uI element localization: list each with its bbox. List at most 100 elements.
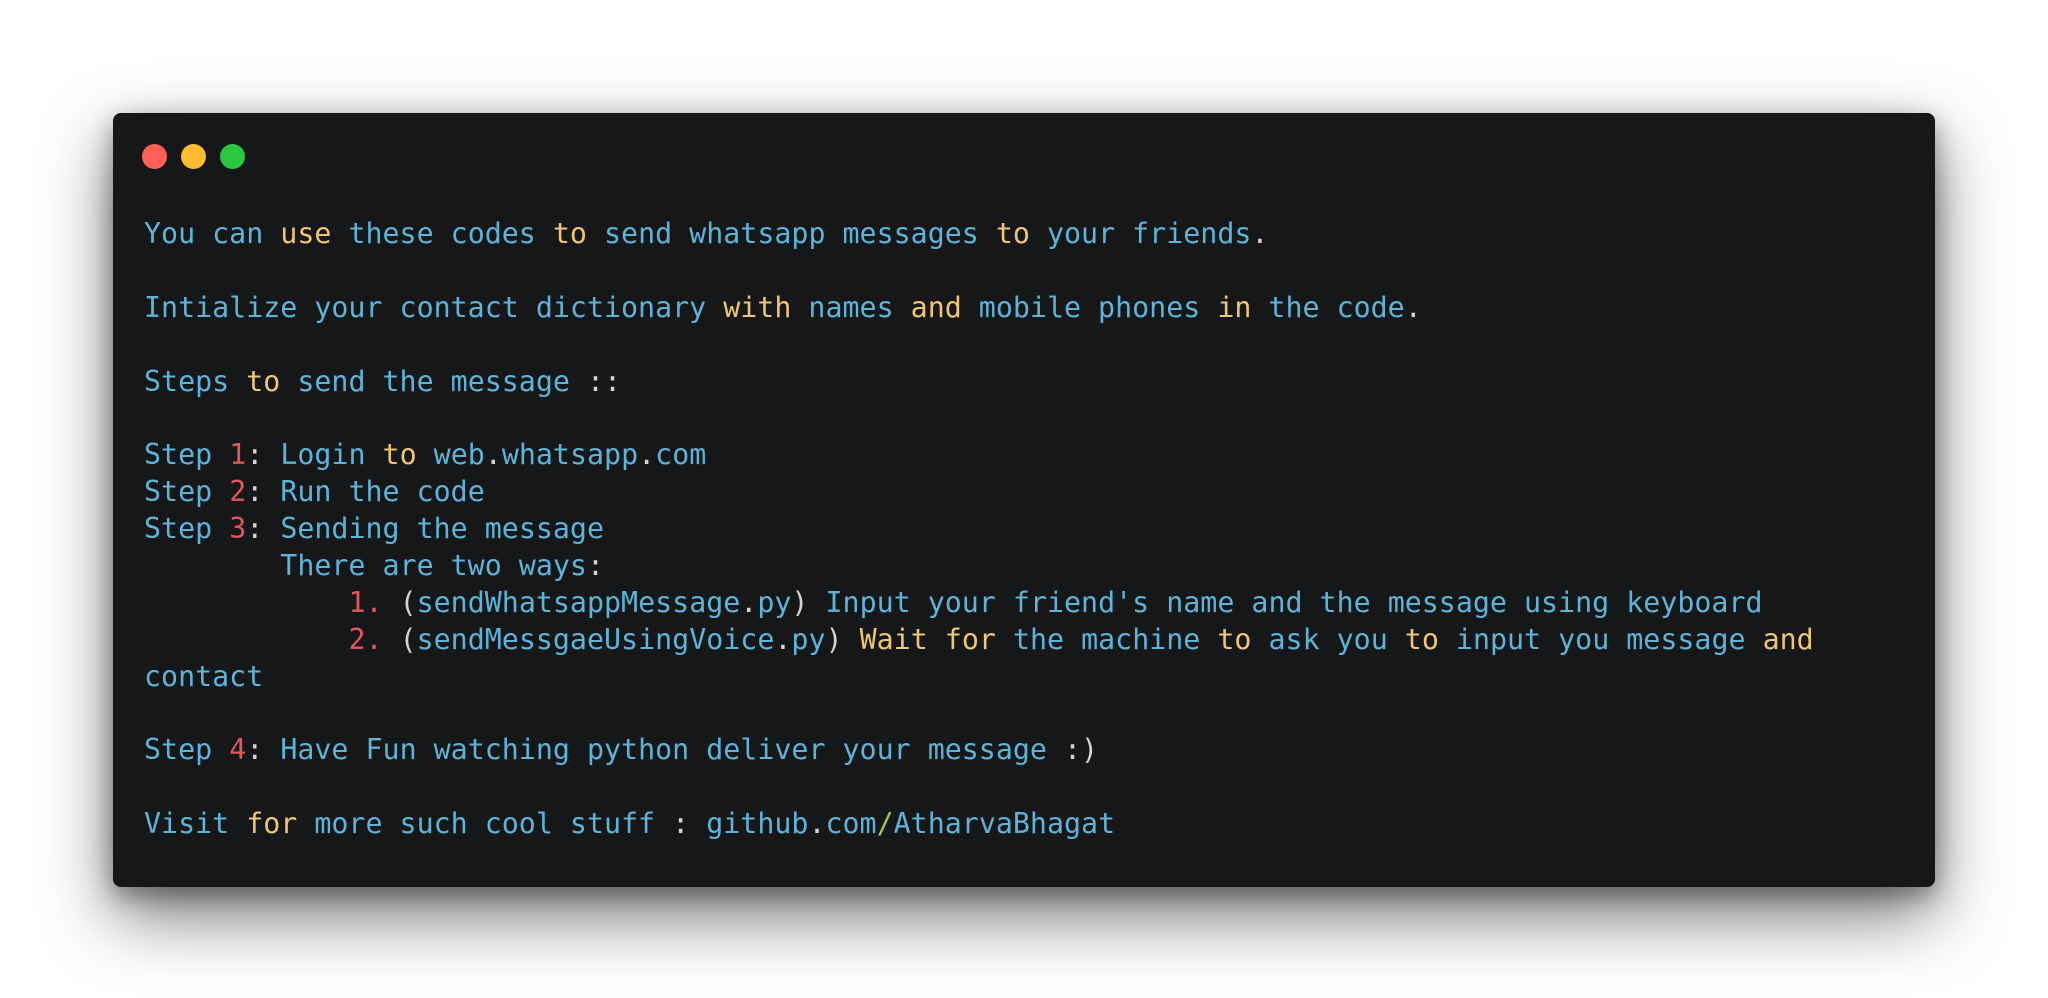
code-token: Step — [144, 512, 230, 546]
code-token: Step — [144, 438, 230, 472]
code-token: to — [246, 364, 281, 398]
code-token: 2. — [348, 622, 383, 656]
code-token: Sending the message — [263, 512, 605, 546]
code-token: whatsapp — [501, 438, 639, 472]
code-token: input you message — [1438, 622, 1763, 656]
code-token: 2 — [229, 475, 247, 509]
code-line: 1. (sendWhatsappMessage.py) Input your f… — [144, 585, 1814, 622]
code-token: send the message — [280, 364, 587, 398]
code-token: . — [1404, 290, 1422, 324]
code-token: to — [552, 217, 587, 250]
code-token: . — [774, 622, 792, 656]
code-token: . — [1251, 217, 1269, 250]
code-token: : — [246, 438, 264, 472]
code-token: : — [586, 549, 604, 583]
code-token: ask you — [1251, 622, 1405, 656]
code-token: to — [995, 217, 1030, 250]
code-line: Intialize your contact dictionary with n… — [144, 290, 1814, 327]
code-token: AtharvaBhagat — [893, 807, 1116, 841]
code-token: py — [757, 585, 792, 619]
code-token: to — [1217, 622, 1252, 656]
code-token: :) — [1063, 733, 1099, 767]
code-token: with — [723, 290, 792, 324]
code-token: Step — [144, 733, 230, 767]
code-token: and — [1762, 622, 1814, 656]
code-token: . — [740, 585, 758, 619]
code-token: Login — [263, 438, 383, 472]
code-token: : — [246, 733, 264, 767]
code-token: web — [416, 438, 485, 472]
code-line: Step 1: Login to web.whatsapp.com — [144, 437, 1814, 474]
code-token: Wait — [859, 622, 928, 656]
code-token: py — [791, 622, 826, 656]
code-token: and — [910, 290, 962, 324]
code-token: the code — [1251, 290, 1405, 324]
code-token: 3 — [229, 512, 247, 546]
code-token: You can — [144, 217, 281, 250]
code-token: / — [876, 807, 894, 841]
code-token: Steps — [144, 364, 247, 398]
code-token: : — [246, 512, 264, 546]
code-token: names — [791, 290, 911, 324]
code-token: these codes — [331, 217, 553, 250]
close-button[interactable] — [142, 144, 167, 169]
code-token: 4 — [229, 733, 247, 767]
code-token: Have Fun watching python deliver your me… — [263, 733, 1064, 767]
code-line: Step 2: Run the code — [144, 474, 1814, 511]
code-line: Visit for more such cool stuff : github.… — [144, 806, 1814, 843]
code-token: to — [1404, 622, 1439, 656]
code-line: You can use these codes to send whatsapp… — [144, 216, 1814, 253]
code-token: 1 — [229, 438, 247, 472]
code-token: in — [1217, 290, 1252, 324]
code-line: Step 3: Sending the message — [144, 511, 1814, 548]
zoom-button[interactable] — [220, 144, 245, 169]
code-token: . — [808, 807, 826, 841]
code-token: for — [944, 622, 996, 656]
code-token: send whatsapp messages — [586, 217, 996, 250]
code-token: 1. — [348, 585, 383, 619]
code-token: more such cool stuff — [297, 807, 673, 841]
code-token: to — [382, 438, 417, 472]
code-token: mobile phones — [961, 290, 1218, 324]
code-token: . — [484, 438, 502, 472]
code-token: There are two ways — [144, 549, 587, 583]
code-token: your friends — [1029, 217, 1252, 250]
code-token: com — [825, 807, 877, 841]
code-window: You can use these codes to send whatsapp… — [113, 113, 1935, 887]
code-token: : — [246, 475, 264, 509]
code-token: sendMessgaeUsingVoice — [416, 622, 775, 656]
code-line: There are two ways: — [144, 548, 1814, 585]
code-token: ( — [399, 622, 417, 656]
code-line: contact — [144, 659, 1814, 696]
code-token: github — [689, 807, 809, 841]
code-line: Steps to send the message :: — [144, 364, 1814, 401]
code-token: :: — [586, 364, 622, 398]
code-token: sendWhatsappMessage — [416, 585, 741, 619]
code-token: Visit — [144, 807, 247, 841]
code-token: for — [246, 807, 298, 841]
code-token: : — [672, 807, 690, 841]
code-token: com — [655, 438, 707, 472]
code-token: ) — [825, 622, 843, 656]
code-token: Step — [144, 475, 230, 509]
code-token: contact — [144, 659, 264, 693]
code-token: use — [280, 217, 332, 250]
code-token: . — [638, 438, 656, 472]
minimize-button[interactable] — [181, 144, 206, 169]
code-block: You can use these codes to send whatsapp… — [144, 216, 1814, 843]
code-token: ( — [399, 585, 417, 619]
code-token: the machine — [995, 622, 1218, 656]
code-token: ) — [791, 585, 809, 619]
code-token: Run the code — [263, 475, 485, 509]
